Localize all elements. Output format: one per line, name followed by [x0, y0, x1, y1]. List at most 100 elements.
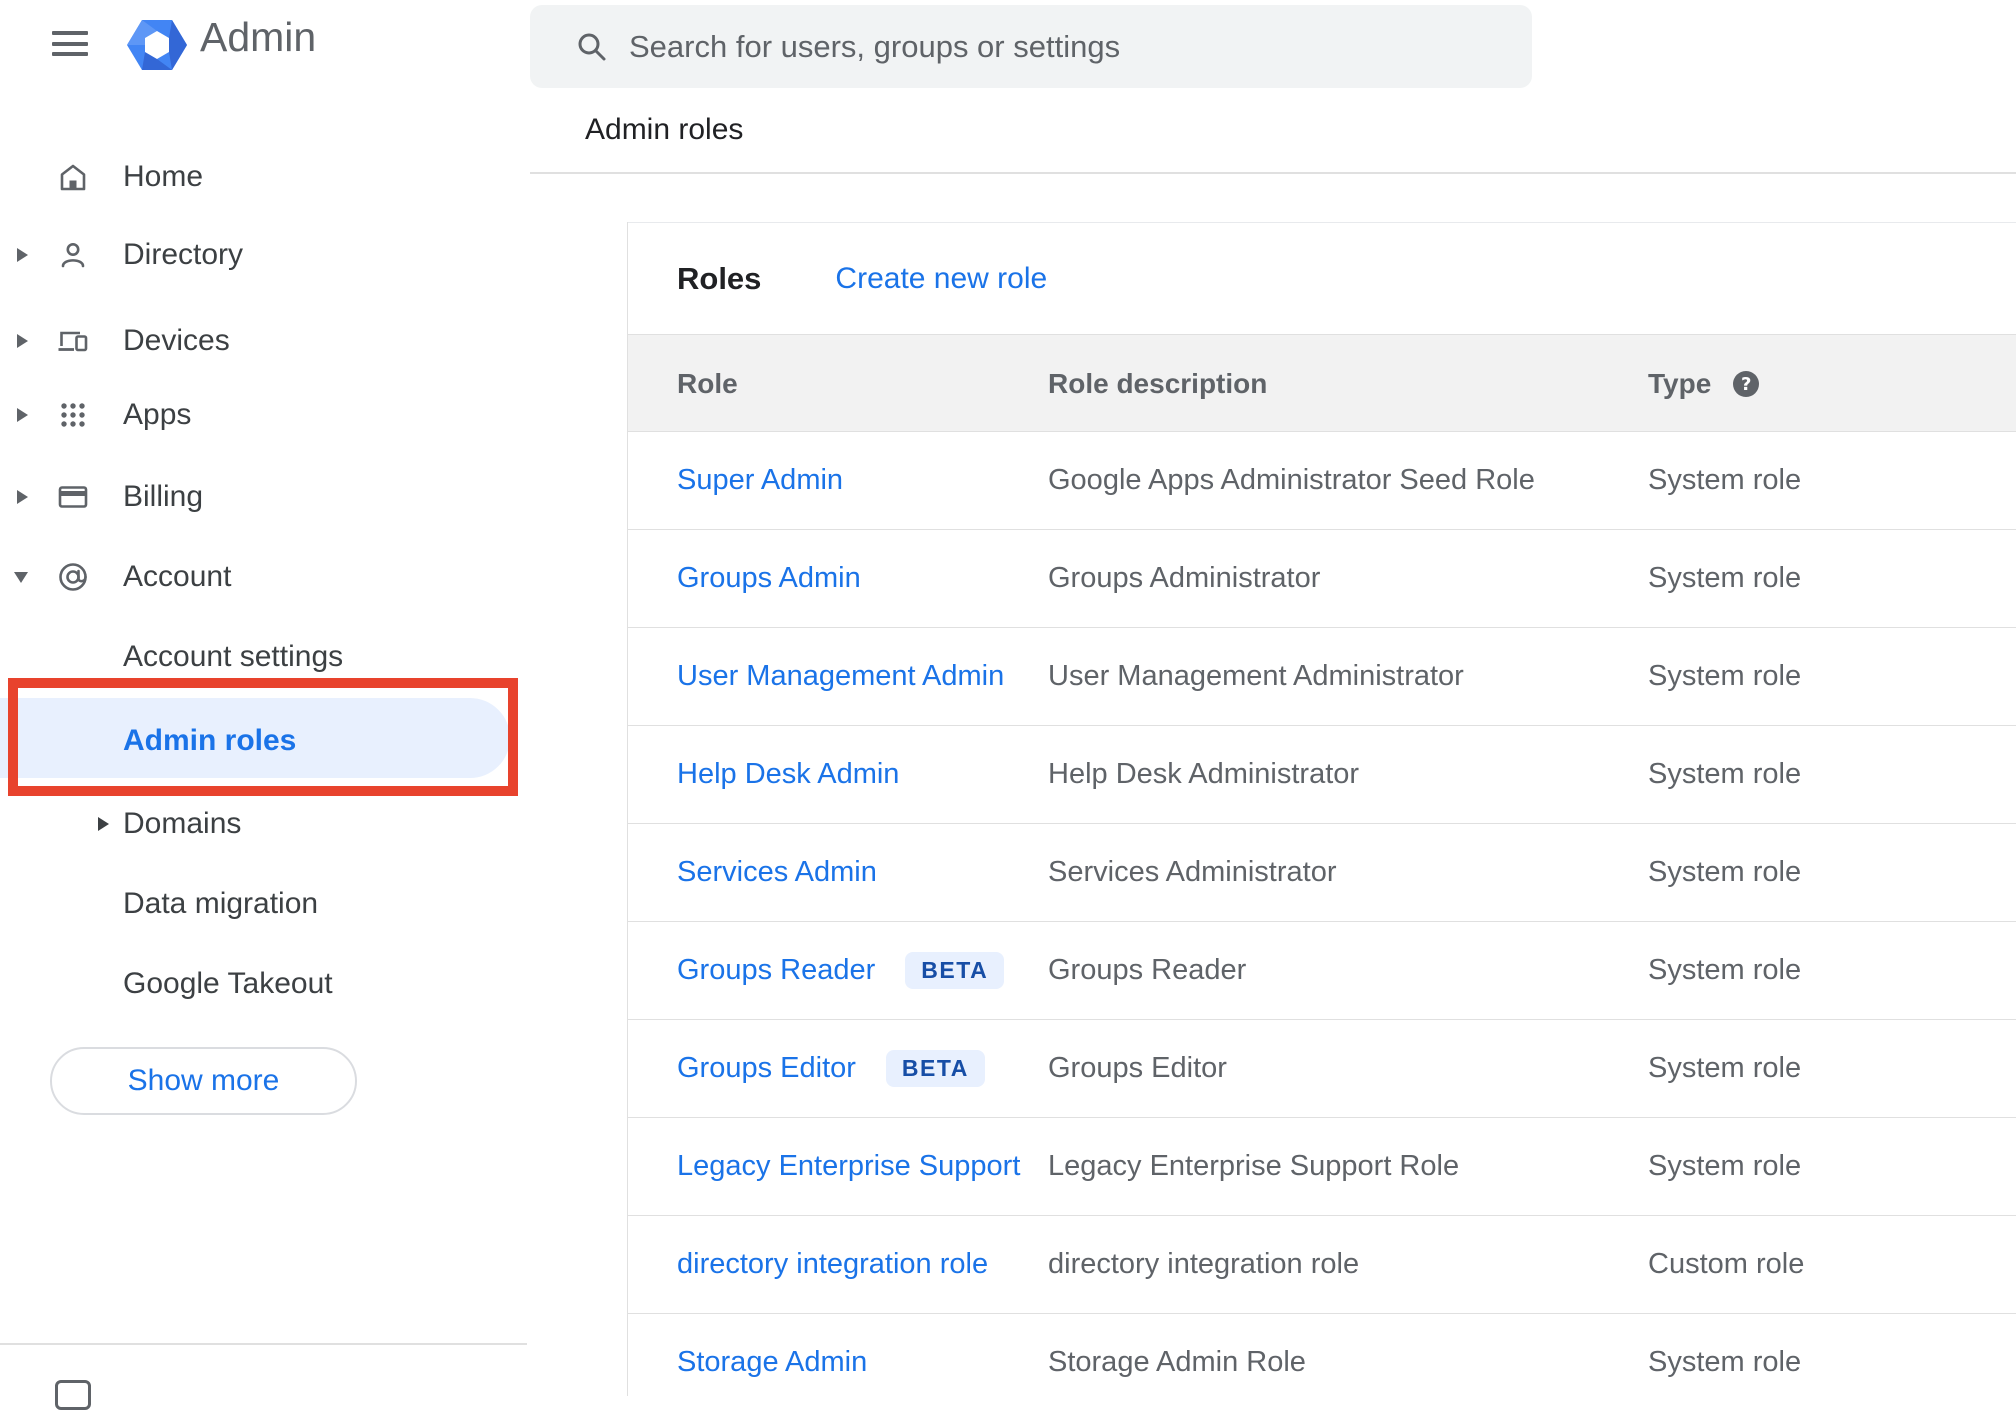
expand-arrow-icon[interactable]: [98, 817, 109, 831]
sidebar-item-label: Domains: [123, 807, 242, 840]
role-link[interactable]: User Management Admin: [677, 660, 1004, 693]
expand-arrow-icon[interactable]: [17, 490, 28, 504]
role-link[interactable]: Legacy Enterprise Support: [677, 1150, 1020, 1183]
table-row: Super Admin Google Apps Administrator Se…: [628, 432, 2016, 530]
sidebar-item-label: Account: [123, 560, 232, 593]
table-row: Groups Editor BETA Groups Editor System …: [628, 1020, 2016, 1118]
role-type-cell: System role: [1648, 856, 1802, 888]
sidebar-item-domains[interactable]: Domains: [0, 784, 520, 864]
breadcrumb: Admin roles: [585, 113, 744, 146]
sidebar-item-label: Google Takeout: [123, 967, 333, 1000]
sidebar-item-label: Directory: [123, 238, 244, 271]
sidebar-item-data-migration[interactable]: Data migration: [0, 864, 520, 944]
role-cell: directory integration role: [677, 1216, 988, 1313]
role-cell: Help Desk Admin: [677, 726, 899, 823]
person-icon: [55, 237, 91, 273]
role-link[interactable]: Groups Reader: [677, 954, 875, 987]
sidebar-item-account-settings[interactable]: Account settings: [0, 617, 520, 697]
sidebar-item-billing[interactable]: Billing: [0, 457, 520, 537]
role-cell: Groups Editor BETA: [677, 1020, 985, 1117]
search-input[interactable]: [627, 27, 1532, 66]
role-cell: Groups Reader BETA: [677, 922, 1005, 1019]
table-row: Services Admin Services Administrator Sy…: [628, 824, 2016, 922]
sidebar-item-label: Home: [123, 160, 204, 193]
role-type-cell: System role: [1648, 954, 1802, 986]
role-link[interactable]: Storage Admin: [677, 1346, 867, 1379]
role-description-cell: Legacy Enterprise Support Role: [1048, 1150, 1460, 1182]
beta-badge: BETA: [885, 1050, 985, 1087]
card-icon: [55, 479, 91, 515]
sidebar-item-label: Data migration: [123, 887, 319, 920]
role-cell: Services Admin: [677, 824, 877, 921]
google-admin-console: { "app": { "title": "Admin" }, "search":…: [0, 0, 2016, 1410]
role-description-cell: Help Desk Administrator: [1048, 758, 1360, 790]
role-type-cell: Custom role: [1648, 1248, 1805, 1280]
role-description-cell: User Management Administrator: [1048, 660, 1464, 692]
role-cell: Super Admin: [677, 432, 843, 529]
sidebar-item-devices[interactable]: Devices: [0, 301, 520, 381]
search-icon: [578, 33, 606, 60]
column-header-type: Type ?: [1648, 335, 1760, 433]
sidebar-item-label: Apps: [123, 398, 192, 431]
role-description-cell: Storage Admin Role: [1048, 1346, 1306, 1378]
role-description-cell: directory integration role: [1048, 1248, 1360, 1280]
type-help-icon[interactable]: ?: [1733, 371, 1760, 397]
sidebar-item-directory[interactable]: Directory: [0, 215, 520, 295]
app-title: Admin: [200, 14, 317, 60]
expand-arrow-icon[interactable]: [17, 334, 28, 348]
column-header-description: Role description: [1048, 368, 1268, 399]
sidebar-item-apps[interactable]: Apps: [0, 375, 520, 455]
beta-badge: BETA: [905, 952, 1005, 989]
role-type-cell: System role: [1648, 562, 1802, 594]
menu-hamburger-icon[interactable]: [52, 31, 88, 56]
role-type-cell: System role: [1648, 1150, 1802, 1182]
role-description-cell: Groups Reader: [1048, 954, 1247, 986]
expand-arrow-icon[interactable]: [17, 248, 28, 262]
role-description-cell: Groups Editor: [1048, 1052, 1227, 1084]
table-row: directory integration role directory int…: [628, 1216, 2016, 1314]
role-cell: Legacy Enterprise Support: [677, 1118, 1020, 1215]
role-cell: Storage Admin: [677, 1314, 867, 1396]
table-row: Groups Admin Groups Administrator System…: [628, 530, 2016, 628]
roles-heading: Roles: [677, 260, 762, 296]
table-row: Storage Admin Storage Admin Role System …: [628, 1314, 2016, 1396]
role-type-cell: System role: [1648, 464, 1802, 496]
clipped-bottom-icon: [55, 1380, 91, 1410]
expand-arrow-icon[interactable]: [17, 408, 28, 422]
show-more-button[interactable]: Show more: [50, 1047, 357, 1115]
sidebar-item-label: Billing: [123, 480, 204, 513]
sidebar-item-label: Account settings: [123, 640, 344, 673]
role-link[interactable]: directory integration role: [677, 1248, 988, 1281]
search-bar[interactable]: [530, 5, 1532, 88]
column-header-role: Role: [677, 368, 738, 399]
sidebar-item-google-takeout[interactable]: Google Takeout: [0, 944, 520, 1024]
sidebar-bottom-divider: [0, 1343, 527, 1345]
sidebar-item-home[interactable]: Home: [0, 137, 520, 217]
roles-table-body: Super Admin Google Apps Administrator Se…: [628, 432, 2016, 1396]
roles-toolbar: Roles Create new role: [628, 223, 2016, 334]
sidebar-item-admin-roles[interactable]: Admin roles: [0, 701, 520, 781]
role-type-cell: System role: [1648, 758, 1802, 790]
table-row: User Management Admin User Management Ad…: [628, 628, 2016, 726]
role-link[interactable]: Super Admin: [677, 464, 843, 497]
role-link[interactable]: Groups Admin: [677, 562, 861, 595]
role-link[interactable]: Help Desk Admin: [677, 758, 899, 791]
role-description-cell: Services Administrator: [1048, 856, 1337, 888]
role-type-cell: System role: [1648, 1052, 1802, 1084]
sidebar-item-label: Admin roles: [123, 724, 297, 757]
role-link[interactable]: Services Admin: [677, 856, 877, 889]
role-type-cell: System role: [1648, 1346, 1802, 1378]
admin-logo-icon[interactable]: [127, 18, 187, 72]
role-link[interactable]: Groups Editor: [677, 1052, 856, 1085]
roles-table-header: Role Role description Type ?: [628, 334, 2016, 432]
sidebar-item-label: Devices: [123, 324, 230, 357]
table-row: Groups Reader BETA Groups Reader System …: [628, 922, 2016, 1020]
create-new-role-link[interactable]: Create new role: [835, 262, 1047, 296]
role-cell: User Management Admin: [677, 628, 1004, 725]
devices-icon: [55, 323, 91, 359]
at-sign-icon: [55, 559, 91, 595]
role-cell: Groups Admin: [677, 530, 861, 627]
sidebar-item-account[interactable]: Account: [0, 537, 520, 617]
collapse-arrow-icon[interactable]: [14, 571, 28, 583]
breadcrumb-divider: [530, 172, 2016, 174]
